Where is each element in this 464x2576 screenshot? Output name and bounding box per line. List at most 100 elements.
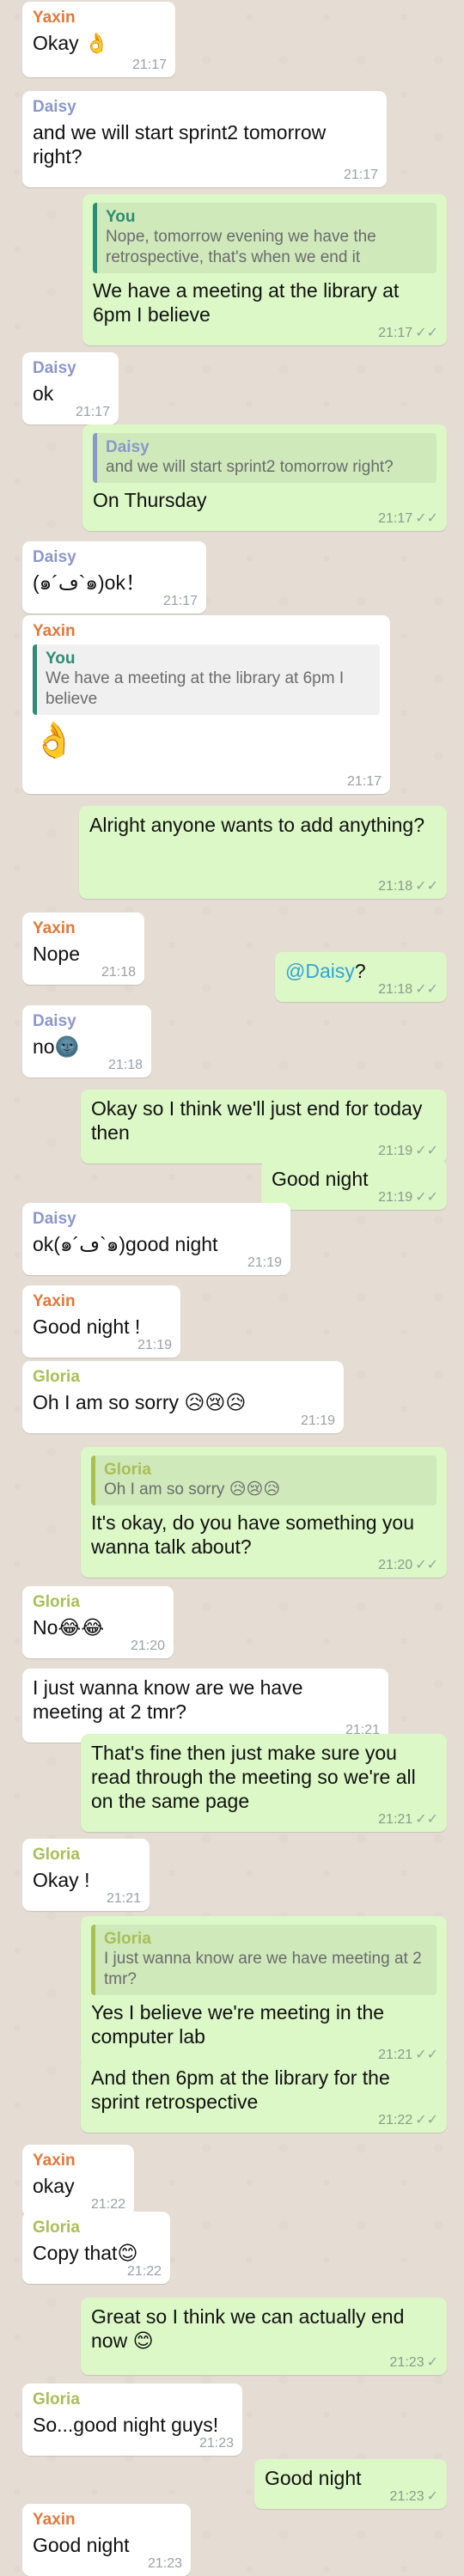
message-text: On Thursday [93,489,207,511]
message-text: So...good night guys! [33,2414,219,2436]
outgoing-message[interactable]: Good night 21:23 ✓ [254,2459,447,2509]
message-text: Okay 👌 [33,32,109,54]
message-sender: Gloria [33,2390,80,2408]
quoted-message[interactable]: You We have a meeting at the library at 6… [33,644,380,715]
message-meta: 21:17 [76,405,110,420]
message-meta: 21:23 [199,2436,234,2451]
message-text: Okay so I think we'll just end for today… [91,1097,428,1144]
quoted-text: Nope, tomorrow evening we have the retro… [106,228,376,266]
message-sender: Daisy [33,359,76,377]
message-meta: 21:19 [137,1338,172,1353]
quoted-sender: You [46,650,76,668]
message-time: 21:19 [247,1255,282,1270]
chat-area[interactable]: Yaxin Okay 👌 21:17 Daisy and we will start s… [0,0,464,2576]
read-receipt-icon: ✓✓ [415,1144,438,1158]
message-text: no🌚 [33,1035,80,1058]
read-receipt-icon: ✓ [426,2489,438,2504]
quoted-sender: Gloria [104,1930,151,1948]
incoming-message[interactable]: Yaxin Okay 👌 21:17 [22,2,175,77]
message-meta: 21:17 [132,58,167,73]
message-text: okay [33,2175,75,2197]
outgoing-message[interactable]: You Nope, tomorrow evening we have the re… [82,194,447,345]
quoted-text: Oh I am so sorry 😥😢😥 [104,1480,281,1499]
message-text: and we will start sprint2 tomorrow right… [33,121,332,168]
incoming-message[interactable]: Gloria Copy that😊 21:22 [22,2212,170,2284]
outgoing-message[interactable]: Alright anyone wants to add anything? 21:… [79,806,447,899]
message-sender: Daisy [33,1012,76,1030]
message-sender: Yaxin [33,622,76,640]
message-time: 21:18 [107,1058,143,1072]
incoming-message[interactable]: Daisy and we will start sprint2 tomorrow … [22,91,387,187]
message-meta: 21:17 [344,168,378,183]
incoming-message[interactable]: Yaxin Good night ! 21:19 [22,1285,180,1358]
quoted-message[interactable]: Gloria I just wanna know are we have meet… [91,1925,437,1995]
message-text: ok(๑´ڡ`๑)good night [33,1233,218,1255]
incoming-message[interactable]: Yaxin You We have a meeting at the library… [22,615,390,794]
message-sender: Yaxin [33,919,76,937]
message-text: Good night [265,2467,362,2489]
message-time: 21:18 [101,965,136,980]
incoming-message[interactable]: Daisy ok 21:17 [22,352,119,424]
quoted-message[interactable]: You Nope, tomorrow evening we have the re… [93,203,437,273]
message-time: 21:23 [147,2556,182,2571]
message-text: That's fine then just make sure you read… [91,1742,422,1812]
message-meta: 21:17 [347,774,382,790]
message-meta: 21:22 ✓✓ [378,2111,438,2128]
quoted-text: We have a meeting at the library at 6pm … [46,669,345,708]
outgoing-message[interactable]: Good night 21:19 ✓✓ [261,1160,447,1210]
read-receipt-icon: ✓✓ [415,326,438,340]
incoming-message[interactable]: Daisy no🌚 21:18 [22,1005,151,1077]
incoming-message[interactable]: Gloria No😂😂 21:20 [22,1586,174,1658]
outgoing-message[interactable]: Daisy and we will start sprint2 tomorrow … [82,424,447,531]
message-meta: 21:23 [148,2556,182,2572]
message-text: @Daisy? [285,959,437,983]
quoted-message[interactable]: Daisy and we will start sprint2 tomorrow … [93,433,437,483]
message-time: 21:17 [343,168,378,182]
outgoing-message[interactable]: Great so I think we can actually end now… [81,2298,447,2375]
message-time: 21:17 [75,405,110,419]
message-text: Great so I think we can actually end now… [91,2305,410,2352]
message-time: 21:19 [378,1144,413,1158]
message-text: I just wanna know are we have meeting at… [33,1676,308,1723]
quoted-text: and we will start sprint2 tomorrow right… [106,458,394,476]
incoming-message[interactable]: Yaxin Nope 21:18 [22,913,144,985]
outgoing-message[interactable]: Gloria Oh I am so sorry 😥😢😥 It's okay, do … [81,1447,447,1578]
message-text: We have a meeting at the library at 6pm … [93,279,405,326]
incoming-message[interactable]: Gloria So...good night guys! 21:23 [22,2384,242,2456]
read-receipt-icon: ✓✓ [415,1812,438,1827]
incoming-message[interactable]: Yaxin okay 21:22 [22,2145,134,2217]
message-time: 21:17 [346,774,382,789]
incoming-message[interactable]: Daisy (๑´ڡ`๑)ok！ 21:17 [22,541,206,613]
incoming-message[interactable]: I just wanna know are we have meeting at… [22,1669,388,1743]
message-sender: Yaxin [33,2152,76,2170]
outgoing-message[interactable]: That's fine then just make sure you read… [81,1734,447,1832]
message-sender: Daisy [33,98,76,116]
outgoing-message[interactable]: Okay so I think we'll just end for today… [81,1090,447,1163]
incoming-message[interactable]: Gloria Okay ! 21:21 [22,1839,150,1911]
message-time: 21:17 [131,58,167,72]
message-time: 21:22 [126,2264,162,2279]
incoming-message[interactable]: Daisy ok(๑´ڡ`๑)good night 21:19 [22,1203,290,1275]
mention-link[interactable]: @Daisy [285,960,355,982]
message-meta: 21:19 ✓✓ [378,1188,438,1206]
outgoing-message[interactable]: Gloria I just wanna know are we have meet… [81,1916,447,2067]
incoming-message[interactable]: Yaxin Good night 21:23 [22,2504,191,2576]
message-meta: 21:22 [91,2197,125,2213]
message-time: 21:19 [300,1413,335,1428]
incoming-message[interactable]: Gloria Oh I am so sorry 😥😢😥 21:19 [22,1361,344,1433]
message-text: Good night [272,1168,369,1190]
message-meta: 21:19 [247,1255,282,1271]
message-time: 21:17 [378,511,413,526]
message-time: 21:23 [389,2489,424,2504]
read-receipt-icon: ✓✓ [415,1558,438,1572]
message-text: And then 6pm at the library for the spri… [91,2066,396,2113]
message-sender: Yaxin [33,9,76,27]
message-sender: Daisy [33,548,76,566]
message-text: Good night [33,2534,130,2556]
quoted-message[interactable]: Gloria Oh I am so sorry 😥😢😥 [91,1456,437,1505]
message-time: 21:23 [389,2355,424,2370]
message-text: 👌 [33,722,76,760]
message-text: Alright anyone wants to add anything? [89,814,424,836]
outgoing-message[interactable]: @Daisy? 21:18 ✓✓ [275,952,447,1002]
outgoing-message[interactable]: And then 6pm at the library for the spri… [81,2059,447,2133]
